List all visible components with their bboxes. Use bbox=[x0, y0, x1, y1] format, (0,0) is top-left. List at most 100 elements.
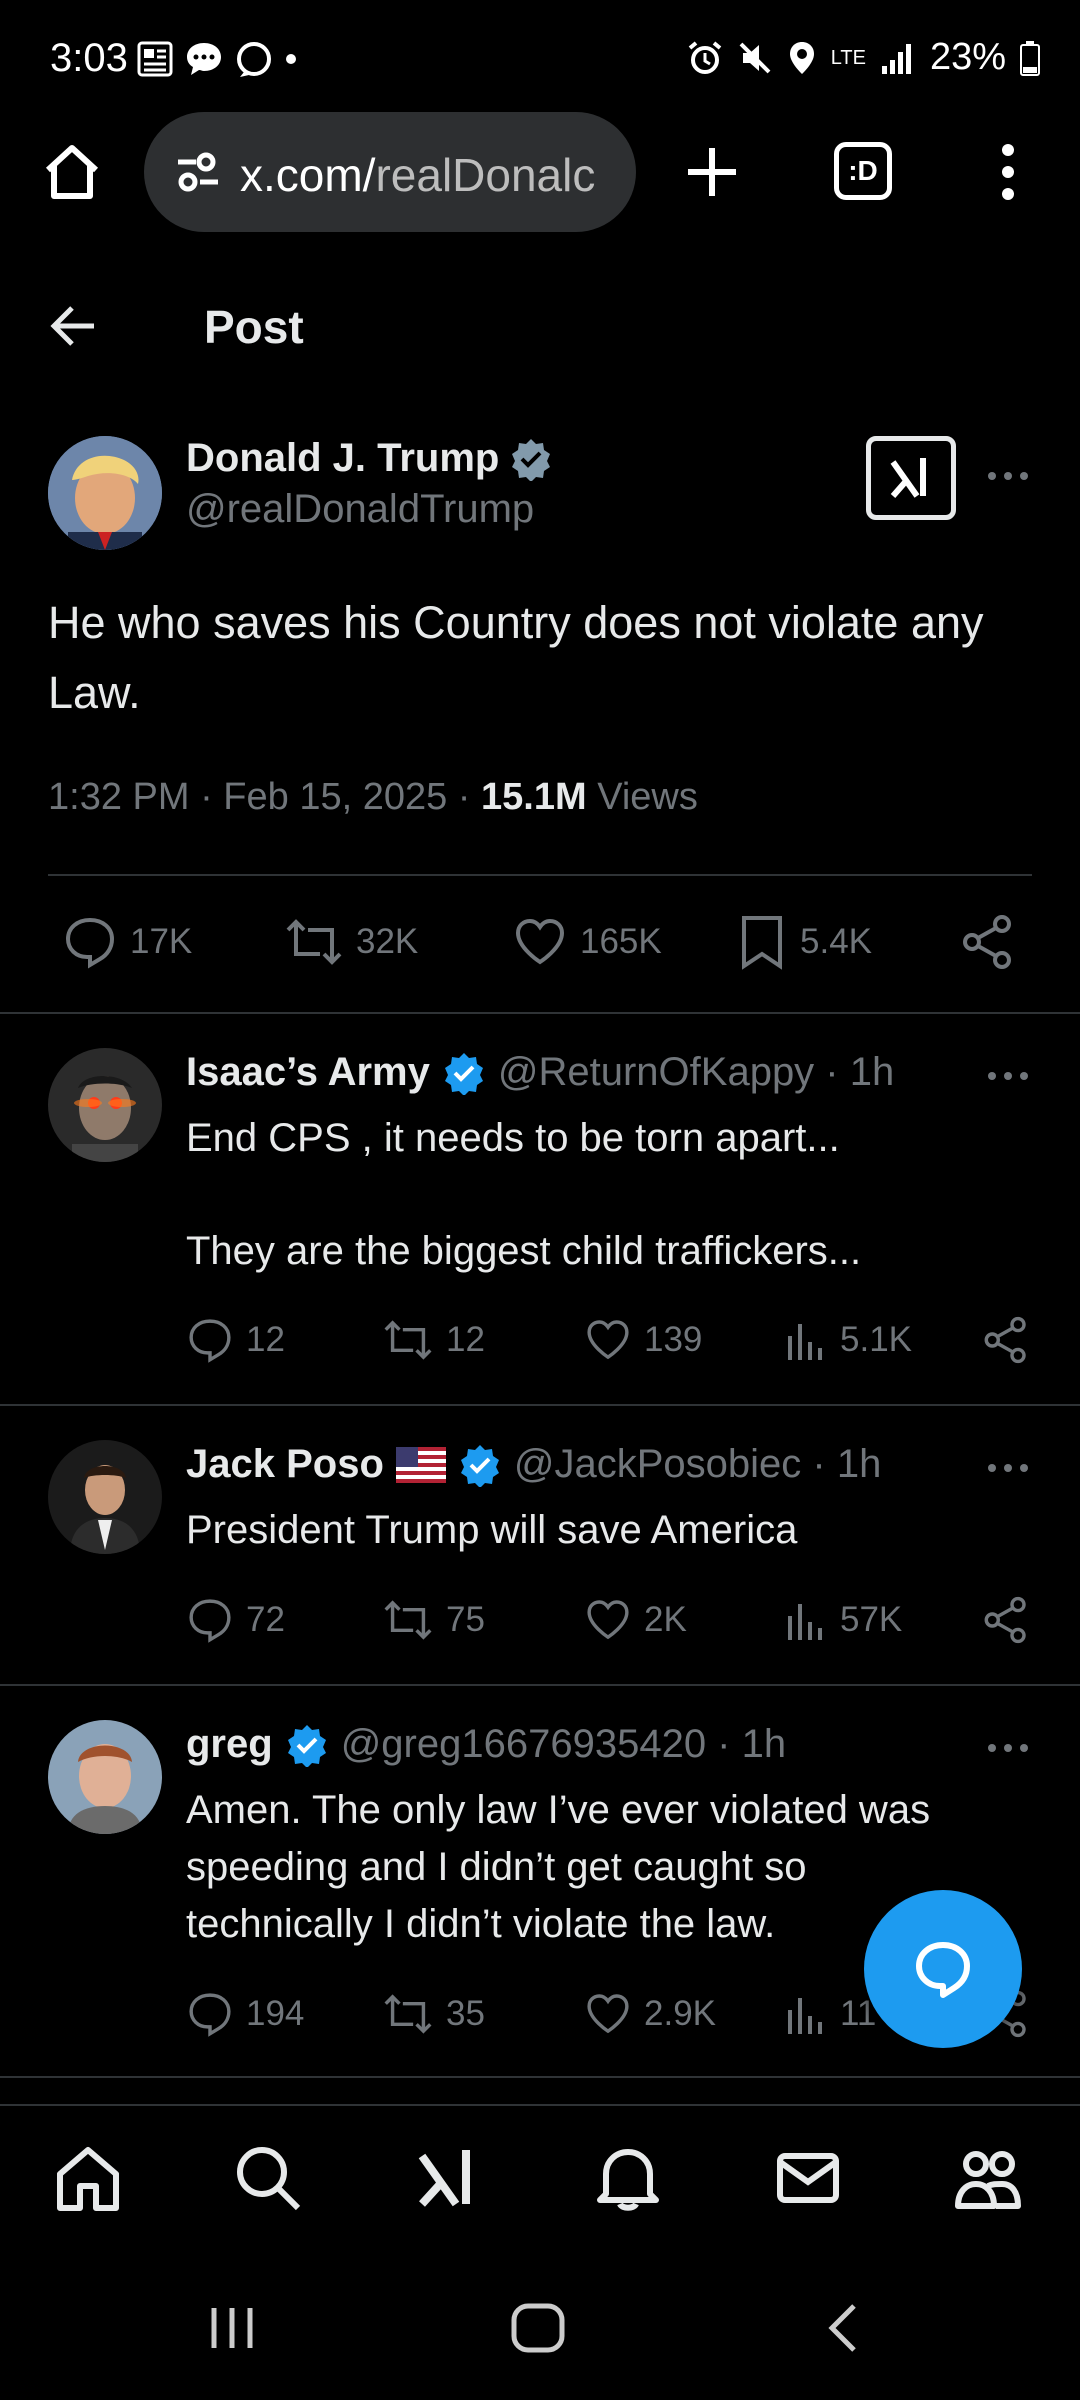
reply-author-name[interactable]: Jack Poso bbox=[186, 1442, 384, 1487]
reply-repost-button[interactable]: 75 bbox=[382, 1596, 485, 1644]
site-settings-icon bbox=[178, 152, 218, 192]
heart-icon bbox=[515, 918, 565, 965]
reply-author-name[interactable]: Isaac’s Army bbox=[186, 1050, 430, 1095]
reply-avatar[interactable] bbox=[48, 1440, 162, 1554]
like-count: 2.9K bbox=[644, 1994, 716, 2033]
post-timestamp[interactable]: 1:32 PM · Feb 15, 2025 · bbox=[48, 776, 481, 818]
author-handle[interactable]: @realDonaldTrump bbox=[186, 487, 553, 532]
grok-icon bbox=[418, 2150, 470, 2207]
repost-button[interactable]: 32K bbox=[284, 914, 418, 970]
reply-avatar[interactable] bbox=[48, 1048, 162, 1162]
reply-icon bbox=[189, 1993, 231, 2037]
network-type: LTE bbox=[830, 46, 866, 69]
reply-more-button[interactable] bbox=[986, 1458, 1030, 1478]
new-tab-button[interactable] bbox=[680, 140, 744, 204]
share-button[interactable] bbox=[960, 914, 1016, 970]
reply-avatar[interactable] bbox=[48, 1720, 162, 1834]
reply-text-line: Amen. The only law I’ve ever violated wa… bbox=[186, 1788, 931, 1832]
post-more-button[interactable] bbox=[986, 466, 1030, 486]
bottom-navigation bbox=[0, 2104, 1080, 2256]
alarm-icon bbox=[688, 40, 722, 74]
grok-icon bbox=[890, 458, 926, 498]
author-info: Donald J. Trump @realDonaldTrump bbox=[186, 436, 553, 532]
location-icon bbox=[789, 41, 814, 74]
reply-button[interactable]: 17K bbox=[62, 914, 192, 970]
reply-more-button[interactable] bbox=[986, 1066, 1030, 1086]
author-name[interactable]: Donald J. Trump bbox=[186, 436, 499, 481]
nav-home[interactable] bbox=[52, 2142, 124, 2214]
recent-apps-icon bbox=[211, 2308, 253, 2348]
reply-views-button[interactable]: 11 bbox=[784, 1990, 876, 2038]
reply-repost-button[interactable]: 35 bbox=[382, 1990, 485, 2038]
notification-icons bbox=[136, 40, 298, 78]
reply-reply-button[interactable]: 72 bbox=[186, 1596, 285, 1644]
nav-grok[interactable] bbox=[412, 2142, 484, 2214]
views-chart-icon bbox=[788, 1998, 822, 2034]
reply-reply-button[interactable]: 194 bbox=[186, 1990, 304, 2038]
grok-button[interactable] bbox=[866, 436, 956, 520]
bookmark-button[interactable]: 5.4K bbox=[736, 914, 872, 970]
system-home-button[interactable] bbox=[508, 2300, 568, 2356]
notifications-icon bbox=[597, 2149, 659, 2211]
back-chevron-icon bbox=[828, 2304, 856, 2352]
repost-count: 35 bbox=[446, 1994, 485, 2033]
recent-apps-button[interactable] bbox=[204, 2300, 260, 2356]
repost-icon bbox=[384, 1600, 432, 1640]
repost-count: 32K bbox=[356, 922, 419, 961]
nav-messages[interactable] bbox=[772, 2142, 844, 2214]
reply-like-button[interactable]: 2K bbox=[584, 1596, 687, 1644]
nav-communities[interactable] bbox=[952, 2142, 1024, 2214]
share-icon bbox=[984, 1596, 1026, 1644]
reply-handle-time[interactable]: @ReturnOfKappy · 1h bbox=[498, 1050, 894, 1095]
heart-icon bbox=[587, 1600, 629, 1640]
reply-more-button[interactable] bbox=[986, 1738, 1030, 1758]
reply-repost-button[interactable]: 12 bbox=[382, 1316, 485, 1364]
blue-verified-badge-icon bbox=[460, 1444, 499, 1487]
more-horizontal-icon bbox=[988, 1072, 1028, 1080]
browser-menu-button[interactable] bbox=[990, 140, 1026, 204]
back-arrow-icon bbox=[50, 306, 94, 346]
reply-icon bbox=[189, 1319, 231, 1363]
reply-header: Jack Poso @JackPosobiec · 1h bbox=[186, 1442, 881, 1487]
divider bbox=[0, 1012, 1080, 1014]
messages-icon bbox=[777, 2153, 839, 2203]
reply-text-line: speeding and I didn’t get caught so bbox=[186, 1845, 807, 1889]
reply-author-name[interactable]: greg bbox=[186, 1722, 273, 1767]
address-bar[interactable]: x.com/realDonalc bbox=[144, 112, 636, 232]
reply-header: greg @greg16676935420 · 1h bbox=[186, 1722, 786, 1767]
system-navigation bbox=[0, 2260, 1080, 2400]
compose-reply-button[interactable] bbox=[864, 1890, 1022, 2048]
like-button[interactable]: 165K bbox=[512, 914, 662, 970]
reply-views-button[interactable]: 5.1K bbox=[784, 1316, 912, 1364]
communities-icon bbox=[955, 2151, 1021, 2209]
reply-share-button[interactable] bbox=[982, 1316, 1030, 1364]
repost-count: 75 bbox=[446, 1600, 485, 1639]
reply-reply-button[interactable]: 12 bbox=[186, 1316, 285, 1364]
reply-share-button[interactable] bbox=[982, 1596, 1030, 1644]
reply-views-button[interactable]: 57K bbox=[784, 1596, 902, 1644]
repost-icon bbox=[384, 1994, 432, 2034]
views-chart-icon bbox=[788, 1604, 822, 1640]
plus-icon bbox=[688, 148, 736, 196]
reply-like-button[interactable]: 2.9K bbox=[584, 1990, 716, 2038]
tab-switcher-button[interactable]: :D bbox=[834, 142, 892, 200]
system-back-button[interactable] bbox=[816, 2300, 872, 2356]
back-button[interactable] bbox=[48, 300, 100, 352]
divider bbox=[0, 2076, 1080, 2078]
url-text[interactable]: x.com/realDonalc bbox=[240, 148, 620, 202]
reply-like-button[interactable]: 139 bbox=[584, 1316, 702, 1364]
reply-bubble-icon bbox=[916, 1942, 970, 1998]
post-views-count: 15.1M bbox=[481, 776, 587, 818]
vertical-dots-icon bbox=[1002, 144, 1014, 200]
browser-home-button[interactable] bbox=[40, 140, 104, 204]
nav-search[interactable] bbox=[232, 2142, 304, 2214]
heart-icon bbox=[587, 1994, 629, 2034]
reply-handle-time[interactable]: @JackPosobiec · 1h bbox=[514, 1442, 881, 1487]
nav-notifications[interactable] bbox=[592, 2142, 664, 2214]
reply-handle-time[interactable]: @greg16676935420 · 1h bbox=[341, 1722, 786, 1767]
author-avatar[interactable] bbox=[48, 436, 162, 550]
page-title: Post bbox=[204, 301, 304, 353]
reply-text-line: End CPS , it needs to be torn apart... bbox=[186, 1116, 840, 1160]
more-notifications-dot-icon bbox=[286, 54, 296, 64]
messenger-icon bbox=[237, 42, 271, 77]
